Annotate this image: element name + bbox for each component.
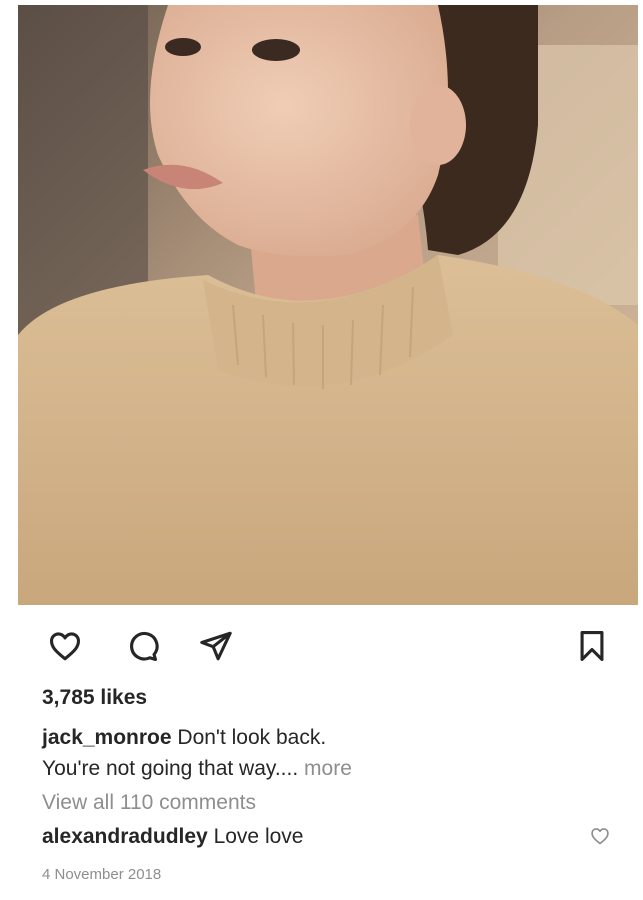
likes-count[interactable]: 3,785 likes <box>42 686 147 710</box>
portrait-illustration <box>18 5 638 605</box>
share-button[interactable] <box>198 628 234 664</box>
like-button[interactable] <box>47 628 83 664</box>
caption-username[interactable]: jack_monroe <box>42 726 172 749</box>
caption-text-line2: You're not going that way.... <box>42 757 299 780</box>
comment-username[interactable]: alexandradudley <box>42 825 208 848</box>
instagram-post: 3,785 likes jack_monroe Don't look back.… <box>0 0 643 900</box>
comment-button[interactable] <box>124 628 160 664</box>
comment-text: Love love <box>213 825 304 848</box>
paper-plane-icon <box>200 631 232 661</box>
heart-outline-icon <box>591 828 609 845</box>
comment-bubble-icon <box>130 631 159 662</box>
caption-more-link[interactable]: more <box>304 757 352 780</box>
post-actions-bar <box>0 612 643 670</box>
post-photo[interactable] <box>18 5 638 605</box>
post-date: 4 November 2018 <box>42 866 162 883</box>
comment-like-button[interactable] <box>588 824 612 848</box>
save-button[interactable] <box>574 628 610 664</box>
bookmark-icon <box>580 630 604 662</box>
caption-text-line1: Don't look back. <box>177 726 327 749</box>
heart-outline-icon <box>49 632 81 661</box>
comment-row: alexandradudley Love love <box>42 825 562 849</box>
post-caption: jack_monroe Don't look back. You're not … <box>42 722 602 784</box>
view-all-comments-link[interactable]: View all 110 comments <box>42 791 256 815</box>
